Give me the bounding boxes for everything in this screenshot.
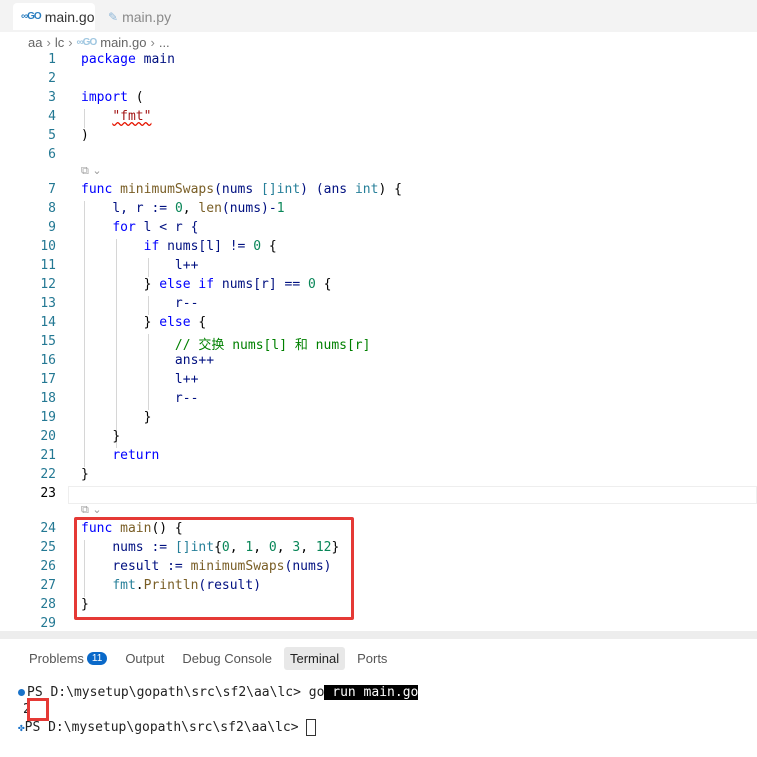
tab-main-go[interactable]: ∞GO main.go [13, 3, 95, 30]
code-lens-icon[interactable]: ⧉ ⌄ [81, 503, 102, 517]
tab-main-py[interactable]: ✎ main.py [100, 3, 180, 30]
tab-terminal[interactable]: Terminal [283, 647, 346, 670]
bottom-panel: Problems 11 Output Debug Console Termina… [10, 639, 757, 757]
line-number: 3 [48, 90, 56, 105]
code-line: if nums[l] != 0 { [143, 239, 277, 254]
annotation-highlight-box [74, 517, 354, 620]
code-line: l, r := 0, len(nums)-1 [112, 201, 285, 216]
line-number: 2 [48, 71, 56, 86]
line-number: 8 [48, 201, 56, 216]
editor-tab-bar: ∞GO main.go ✎ main.py [0, 0, 757, 32]
breadcrumb: aa › lc › ∞GO main.go › ... [28, 35, 170, 50]
line-number: 21 [40, 448, 56, 463]
chevron-right-icon: › [150, 35, 155, 50]
code-line: "fmt" [112, 109, 152, 124]
panel-tabs: Problems 11 Output Debug Console Termina… [23, 647, 393, 670]
line-number: 18 [40, 391, 56, 406]
current-line-highlight [68, 486, 757, 504]
code-line: } else { [143, 315, 207, 330]
problems-count-badge: 11 [86, 652, 108, 665]
breadcrumb-item[interactable]: ... [159, 35, 170, 50]
python-icon: ✎ [108, 9, 119, 24]
go-icon: ∞GO [76, 37, 98, 48]
line-number: 15 [40, 334, 56, 349]
line-number: 9 [48, 220, 56, 235]
terminal-line: PS D:\mysetup\gopath\src\sf2\aa\lc> go r… [18, 685, 419, 700]
code-line: } [81, 467, 89, 482]
code-line: import ( [81, 90, 144, 105]
line-number: 5 [48, 128, 56, 143]
code-line: r-- [174, 296, 199, 311]
line-number: 6 [48, 147, 56, 162]
code-line: return [112, 448, 160, 463]
code-line: } [112, 429, 121, 444]
code-line: func minimumSwaps(nums []int) (ans int) … [81, 182, 402, 197]
code-line: } else if nums[r] == 0 { [143, 277, 332, 292]
tab-debug-console[interactable]: Debug Console [176, 647, 278, 670]
annotation-output-box [27, 698, 49, 721]
chevron-right-icon: › [68, 35, 73, 50]
line-number: 12 [40, 277, 56, 292]
line-number: 4 [48, 109, 56, 124]
tab-ports[interactable]: Ports [351, 647, 393, 670]
code-line: } [143, 410, 152, 425]
command-status-dot [18, 689, 25, 696]
terminal-cursor [306, 719, 317, 736]
line-number: 28 [40, 597, 56, 612]
tab-label: main.go [44, 8, 95, 25]
line-number: 26 [40, 559, 56, 574]
go-icon: ∞GO [21, 11, 42, 22]
code-line: r-- [174, 391, 199, 406]
code-line: package main [81, 52, 175, 67]
code-line: l++ [174, 258, 199, 273]
breadcrumb-item[interactable]: aa [28, 35, 42, 50]
line-number: 20 [40, 429, 56, 444]
line-number: 24 [40, 521, 56, 536]
terminal-line[interactable]: ✤PS D:\mysetup\gopath\src\sf2\aa\lc> [18, 719, 317, 736]
code-line: // 交换 nums[l] 和 nums[r] [174, 338, 371, 353]
breadcrumb-item[interactable]: lc [55, 35, 64, 50]
line-number: 10 [40, 239, 56, 254]
breadcrumb-item[interactable]: main.go [100, 35, 146, 50]
line-number: 14 [40, 315, 56, 330]
panel-divider[interactable] [0, 631, 757, 639]
line-number: 13 [40, 296, 56, 311]
line-number: 11 [40, 258, 56, 273]
command-decoration-icon: ✤ [18, 721, 25, 734]
line-number: 7 [48, 182, 56, 197]
line-number: 29 [40, 616, 56, 631]
line-number: 17 [40, 372, 56, 387]
tab-output[interactable]: Output [119, 647, 170, 670]
code-line: for l < r { [112, 220, 199, 235]
tab-problems[interactable]: Problems 11 [23, 647, 113, 670]
code-lens-icon[interactable]: ⧉ ⌄ [81, 164, 102, 178]
line-number: 22 [40, 467, 56, 482]
line-number: 23 [40, 486, 56, 501]
line-number: 16 [40, 353, 56, 368]
line-number: 1 [48, 52, 56, 67]
code-line: ans++ [174, 353, 215, 368]
chevron-right-icon: › [46, 35, 51, 50]
code-line: l++ [174, 372, 199, 387]
code-line: ) [81, 128, 89, 143]
line-number: 19 [40, 410, 56, 425]
line-number: 27 [40, 578, 56, 593]
line-number: 25 [40, 540, 56, 555]
tab-label: main.py [122, 8, 172, 25]
